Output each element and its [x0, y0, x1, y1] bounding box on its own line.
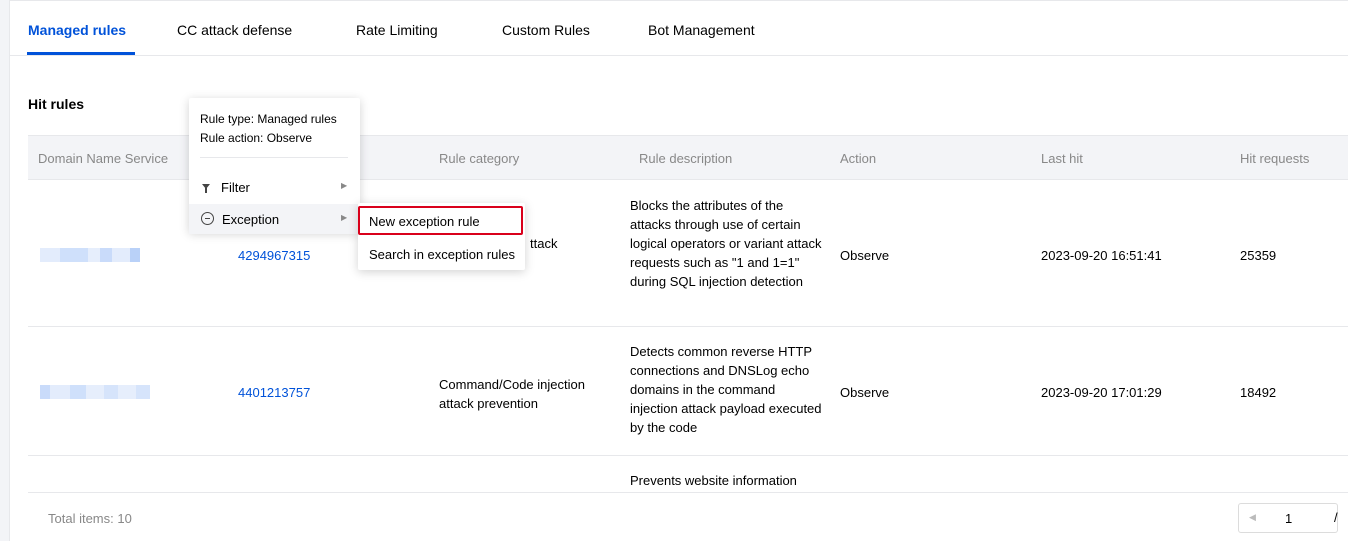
rule-category: ttack: [530, 236, 558, 251]
rule-description: Detects common reverse HTTP connections …: [630, 344, 822, 435]
hit-requests-count: 18492: [1240, 385, 1277, 400]
chevron-right-icon: ▶: [341, 213, 348, 222]
tab-bar: Managed rules CC attack defense Rate Lim…: [10, 1, 1348, 56]
menu-item-label: Filter: [221, 180, 250, 195]
tab-bot-management[interactable]: Bot Management: [648, 22, 755, 38]
rule-category: Command/Code injection attack prevention: [439, 377, 585, 411]
tab-rate-limiting[interactable]: Rate Limiting: [356, 22, 438, 38]
menu-divider: [200, 157, 348, 158]
column-header-last-hit: Last hit: [1041, 151, 1083, 166]
exception-submenu: New exception rule Search in exception r…: [358, 203, 525, 270]
rule-description: Blocks the attributes of the attacks thr…: [630, 198, 822, 289]
column-header-hit-requests: Hit requests: [1240, 151, 1310, 166]
submenu-item-label: Search in exception rules: [369, 247, 515, 262]
rule-description: Prevents website information: [630, 473, 797, 488]
column-header-rule-description: Rule description: [639, 151, 733, 166]
table-row[interactable]: Prevents website information: [28, 456, 1348, 492]
table-footer: Total items: 10 ◀ 1 /: [28, 492, 1348, 541]
rule-id-link[interactable]: 4401213757: [238, 385, 310, 400]
last-hit-time: 2023-09-20 17:01:29: [1041, 385, 1162, 400]
table-row[interactable]: 4401213757 Command/Code injection attack…: [28, 327, 1348, 456]
menu-item-filter[interactable]: Filter ▶: [189, 172, 360, 202]
active-tab-indicator: [27, 52, 135, 55]
rule-context-menu: Rule type: Managed rules Rule action: Ob…: [189, 98, 360, 234]
chevron-right-icon: ▶: [341, 181, 348, 190]
redacted-domain: [40, 385, 150, 399]
column-header-domain: Domain Name Service: [38, 151, 169, 166]
highlight-box: [358, 206, 523, 235]
rule-action: Observe: [840, 248, 890, 263]
menu-rule-action: Rule action: Observe: [200, 131, 313, 145]
section-title: Hit rules: [28, 96, 85, 112]
total-items: Total items: 10: [48, 511, 132, 526]
hit-requests-count: 25359: [1240, 248, 1277, 263]
page-separator: /: [1334, 510, 1338, 525]
column-header-rule-category: Rule category: [439, 151, 520, 166]
tab-custom-rules[interactable]: Custom Rules: [502, 22, 590, 38]
pagination: ◀ 1 /: [1238, 503, 1338, 533]
column-header-action: Action: [840, 151, 877, 166]
tab-managed-rules[interactable]: Managed rules: [28, 22, 126, 38]
prev-page-icon[interactable]: ◀: [1249, 512, 1256, 523]
menu-rule-type: Rule type: Managed rules: [200, 112, 337, 126]
menu-item-exception[interactable]: Exception ▶: [189, 204, 360, 234]
rules-panel: Managed rules CC attack defense Rate Lim…: [9, 0, 1348, 541]
rule-id-link[interactable]: 4294967315: [238, 248, 310, 263]
page-number-input[interactable]: 1: [1285, 511, 1292, 526]
filter-icon: [202, 184, 210, 193]
rule-action: Observe: [840, 385, 890, 400]
menu-item-label: Exception: [222, 212, 280, 227]
search-exception-rules-item[interactable]: Search in exception rules: [358, 239, 525, 269]
redacted-domain: [40, 248, 140, 262]
last-hit-time: 2023-09-20 16:51:41: [1041, 248, 1162, 263]
tab-cc-attack-defense[interactable]: CC attack defense: [177, 22, 292, 38]
minus-circle-icon: [201, 212, 214, 225]
